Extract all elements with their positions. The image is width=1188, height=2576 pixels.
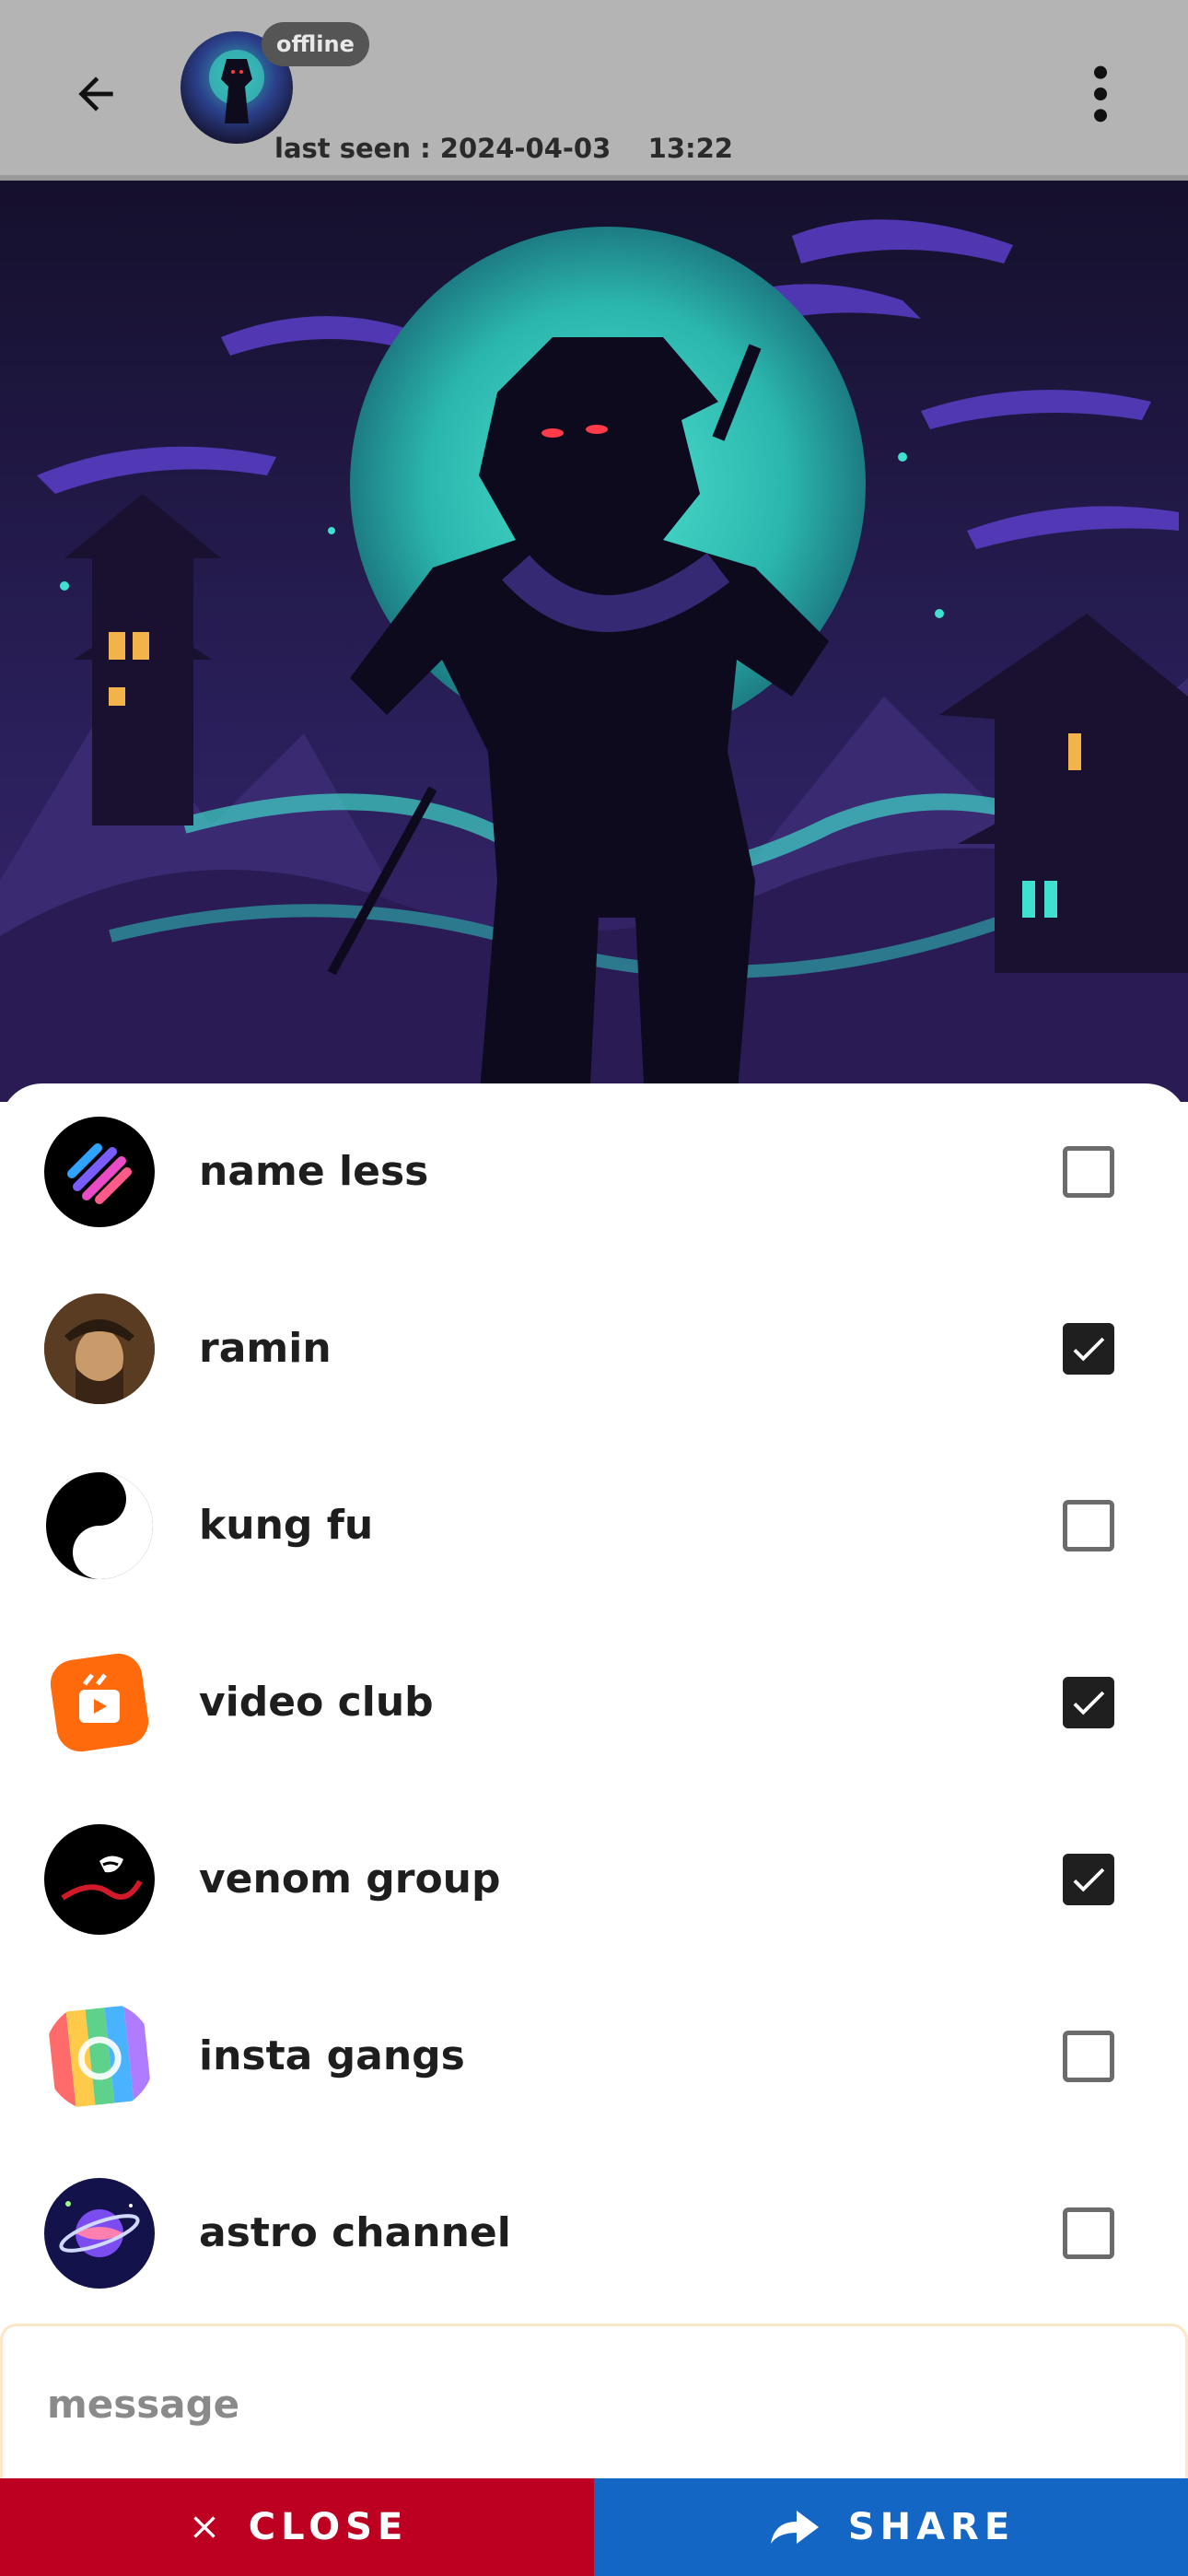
more-vertical-icon [1094, 65, 1107, 123]
chat-avatar [44, 2178, 155, 2289]
check-icon [1073, 1337, 1105, 1362]
share-target-row[interactable]: venom group [0, 1791, 1188, 1968]
more-options-button[interactable] [1059, 48, 1142, 140]
chat-header: offline last seen : 2024-04-03 13:22 [0, 0, 1188, 181]
select-checkbox[interactable] [1063, 2031, 1114, 2082]
close-button-label: CLOSE [248, 2506, 409, 2548]
chat-avatar [44, 1824, 155, 1935]
chat-name: insta gangs [199, 2032, 465, 2079]
select-checkbox[interactable] [1063, 1854, 1114, 1905]
select-checkbox[interactable] [1063, 1677, 1114, 1728]
yin-yang-icon [46, 1472, 153, 1579]
share-target-row[interactable]: kung fu [0, 1437, 1188, 1614]
chat-name: video club [199, 1679, 434, 1726]
chat-name: venom group [199, 1856, 501, 1903]
share-target-row[interactable]: video club [0, 1614, 1188, 1791]
last-seen-text: last seen : 2024-04-03 13:22 [274, 133, 733, 164]
insta-gangs-icon [46, 2003, 153, 2110]
name-less-avatar-art [67, 1143, 132, 1204]
share-button-label: SHARE [847, 2506, 1016, 2548]
forward-arrows-icon [770, 2511, 819, 2544]
back-button[interactable] [50, 48, 142, 140]
chat-avatar [44, 2001, 155, 2112]
share-button[interactable]: SHARE [594, 2478, 1188, 2576]
chat-avatar [44, 1117, 155, 1227]
ramin-avatar-art [44, 1294, 155, 1404]
select-checkbox[interactable] [1063, 1146, 1114, 1198]
share-target-row[interactable]: insta gangs [0, 1968, 1188, 2145]
close-button[interactable]: CLOSE [0, 2478, 594, 2576]
status-badge: offline [262, 22, 369, 66]
chat-name: kung fu [199, 1502, 374, 1549]
chat-name: name less [199, 1148, 429, 1195]
share-target-row[interactable]: ramin [0, 1260, 1188, 1437]
chat-wallpaper-image [0, 181, 1188, 1102]
share-bottom-sheet: name less ramin kung fu video club venom… [0, 1083, 1188, 2576]
check-icon [1073, 1868, 1105, 1892]
chat-avatar [44, 1647, 155, 1758]
venom-avatar-art [61, 1856, 143, 1901]
select-checkbox[interactable] [1063, 2207, 1114, 2259]
chat-avatar [44, 1470, 155, 1581]
astro-planet-icon [59, 2201, 140, 2257]
message-input[interactable] [45, 2326, 1141, 2481]
close-icon [193, 2516, 215, 2538]
select-checkbox[interactable] [1063, 1323, 1114, 1375]
video-club-icon [50, 1653, 149, 1752]
message-field-container [0, 2324, 1188, 2484]
share-target-row[interactable]: name less [0, 1083, 1188, 1260]
chat-avatar [44, 1294, 155, 1404]
arrow-left-icon [78, 76, 113, 111]
chat-name: astro channel [199, 2209, 511, 2256]
share-target-row[interactable]: astro channel [0, 2145, 1188, 2322]
select-checkbox[interactable] [1063, 1500, 1114, 1551]
check-icon [1073, 1691, 1105, 1715]
chat-name: ramin [199, 1325, 332, 1372]
